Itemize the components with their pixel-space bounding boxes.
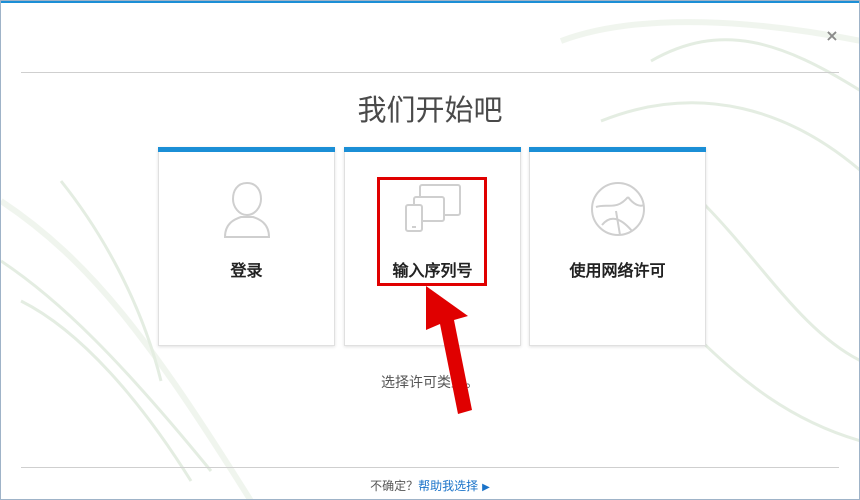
- card-accent-bar: [529, 147, 706, 152]
- dialog-title: 我们开始吧: [357, 93, 503, 127]
- dialog-window: × 我们开始吧 登录 输入序列号 使用网络许可 选择许可类型。 不确定？帮助我选…: [0, 0, 860, 500]
- pointer-arrow-icon: [426, 286, 472, 414]
- help-me-choose-link[interactable]: 帮助我选择: [418, 479, 478, 493]
- sign-in-label: 登录: [230, 261, 263, 280]
- card-accent-bar: [158, 147, 335, 152]
- enter-serial-label: 输入序列号: [392, 261, 473, 280]
- sign-in-option-card[interactable]: 登录: [158, 147, 335, 346]
- network-license-label: 使用网络许可: [569, 261, 666, 280]
- network-globe-icon: [590, 182, 645, 236]
- footer-prefix: 不确定？: [370, 479, 419, 493]
- footer-divider: [21, 467, 839, 468]
- close-button[interactable]: ×: [823, 27, 841, 45]
- header-divider: [21, 72, 839, 73]
- footer: 不确定？帮助我选择 ▶: [1, 477, 859, 494]
- triangle-right-icon[interactable]: ▶: [482, 482, 490, 493]
- card-accent-bar: [344, 147, 521, 152]
- devices-icon: [404, 184, 461, 232]
- network-license-option-card[interactable]: 使用网络许可: [529, 147, 706, 346]
- user-icon: [223, 181, 270, 238]
